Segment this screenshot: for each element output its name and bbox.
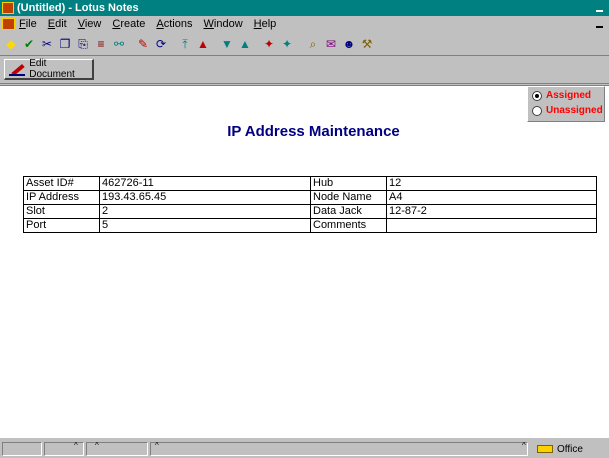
document-area: Assigned Unassigned IP Address Maintenan… [0,85,609,437]
radio-assigned-label: Assigned [546,90,592,101]
slot-value[interactable]: 2 [99,204,311,219]
smarticon-edit-icon[interactable]: ✎ [134,35,152,53]
document-minimize-icon[interactable] [594,19,606,29]
radio-unassigned-label: Unassigned [546,105,603,116]
smarticon-next-unread-icon[interactable]: ✦ [260,35,278,53]
smarticon-previous-icon[interactable]: ▲ [194,35,212,53]
status-radio-group: Assigned Unassigned [527,86,605,122]
lotus-notes-app-icon[interactable] [2,2,14,14]
smarticon-ruler-icon[interactable]: ≡ [92,35,110,53]
smarticon-down-icon[interactable]: ▼ [218,35,236,53]
asset-id-label: Asset ID# [23,176,100,191]
smarticon-paste-icon[interactable]: ⎘ [74,35,92,53]
menu-actions[interactable]: Actions [156,18,192,30]
ip-address-table: Asset ID# 462726-11 Hub 12 IP Address 19… [23,176,597,233]
status-message-area [150,442,528,456]
caret-up-icon: ^ [155,441,159,450]
smarticon-link-icon[interactable]: ⚯ [110,35,128,53]
menu-bar: File Edit View Create Actions Window Hel… [0,16,609,32]
comments-value[interactable] [386,218,597,233]
window-title: (Untitled) - Lotus Notes [17,2,139,14]
data-jack-label: Data Jack [310,204,387,219]
smarticon-properties-icon[interactable]: ✉ [322,35,340,53]
menu-file[interactable]: File [19,18,37,30]
office-location-button[interactable]: Office [531,442,607,456]
edit-document-button[interactable]: Edit Document [4,58,94,80]
node-name-label: Node Name [310,190,387,205]
smarticon-cycle-icon[interactable]: ◆ [2,35,20,53]
comments-label: Comments [310,218,387,233]
asset-id-value[interactable]: 462726-11 [99,176,311,191]
port-value[interactable]: 5 [99,218,311,233]
edit-document-label: Edit Document [29,58,75,80]
smarticon-people-icon[interactable]: ☻ [340,35,358,53]
table-row: Asset ID# 462726-11 Hub 12 [23,176,597,191]
status-segment[interactable] [2,442,42,456]
radio-unselected-icon[interactable] [532,105,542,116]
form-title: IP Address Maintenance [227,123,400,140]
title-bar: (Untitled) - Lotus Notes [0,0,609,16]
hub-label: Hub [310,176,387,191]
menu-edit[interactable]: Edit [48,18,67,30]
office-label: Office [557,443,583,455]
minimize-icon[interactable] [594,3,606,13]
smarticon-tools-icon[interactable]: ⚒ [358,35,376,53]
hub-value[interactable]: 12 [386,176,597,191]
ip-address-value[interactable]: 193.43.65.45 [99,190,311,205]
smarticon-check-icon[interactable]: ✔ [20,35,38,53]
status-bar: ^ ^ ^ ^ Office [0,437,609,458]
menu-create[interactable]: Create [112,18,145,30]
table-row: Slot 2 Data Jack 12-87-2 [23,204,597,219]
data-jack-value[interactable]: 12-87-2 [386,204,597,219]
smarticon-prev-unread-icon[interactable]: ✦ [278,35,296,53]
smarticon-cut-icon[interactable]: ✂ [38,35,56,53]
smarticon-refresh-icon[interactable]: ⟳ [152,35,170,53]
smarticons-toolbar: ◆ ✔ ✂ ❐ ⎘ ≡ ⚯ ✎ ⟳ ⤒ ▲ ▼ ▲ ✦ ✦ ⌕ ✉ ☻ ⚒ [0,32,609,56]
office-icon [537,445,553,453]
port-label: Port [23,218,100,233]
slot-label: Slot [23,204,100,219]
table-row: IP Address 193.43.65.45 Node Name A4 [23,190,597,205]
caret-up-icon: ^ [522,441,526,450]
smarticon-search-icon[interactable]: ⌕ [304,35,322,53]
table-row: Port 5 Comments [23,218,597,233]
smarticon-first-icon[interactable]: ⤒ [176,35,194,53]
radio-assigned[interactable]: Assigned [532,90,591,101]
action-bar: Edit Document [0,56,609,84]
radio-selected-icon[interactable] [532,90,542,101]
menu-help[interactable]: Help [254,18,277,30]
status-segment[interactable] [44,442,84,456]
document-control-icon[interactable] [2,18,15,30]
menu-view[interactable]: View [78,18,102,30]
caret-up-icon: ^ [95,441,99,450]
smarticon-up-icon[interactable]: ▲ [236,35,254,53]
radio-unassigned[interactable]: Unassigned [532,105,603,116]
pencil-icon [9,62,26,76]
smarticon-copy-icon[interactable]: ❐ [56,35,74,53]
ip-address-label: IP Address [23,190,100,205]
menu-window[interactable]: Window [204,18,243,30]
node-name-value[interactable]: A4 [386,190,597,205]
caret-up-icon: ^ [74,441,78,450]
